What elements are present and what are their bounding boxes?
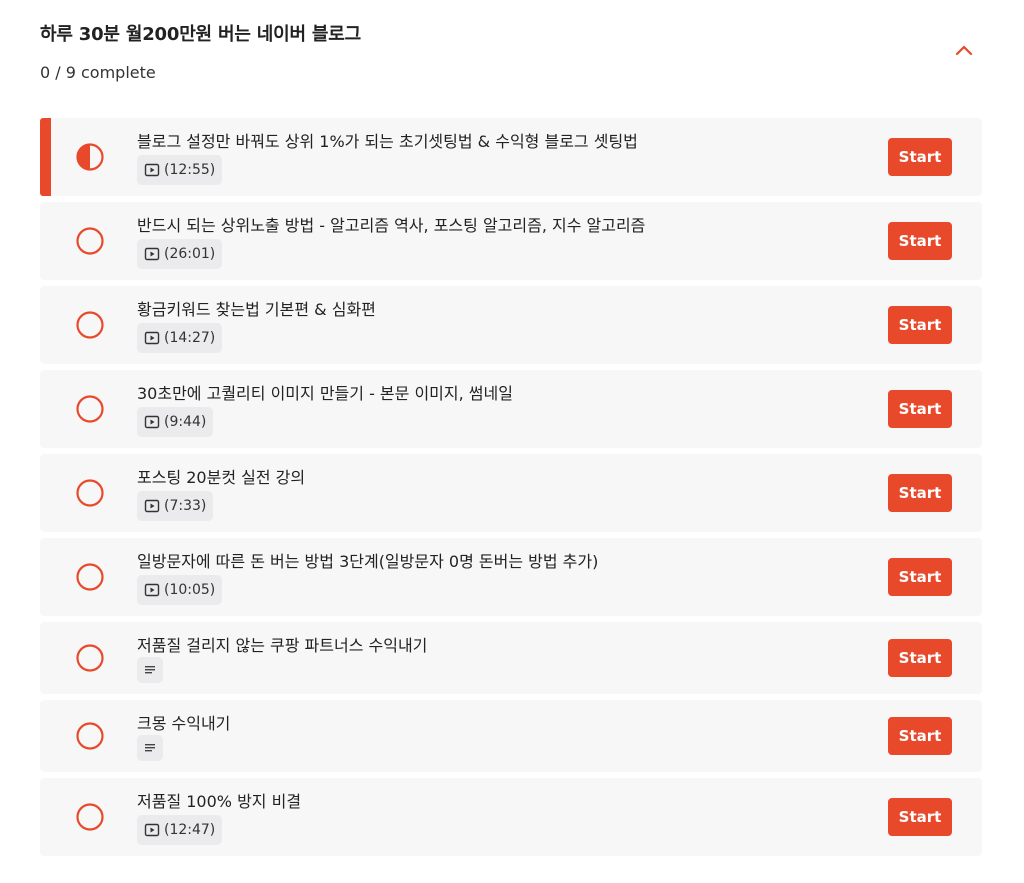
lesson-row[interactable]: 블로그 설정만 바꿔도 상위 1%가 되는 초기셋팅법 & 수익형 블로그 셋팅…	[40, 118, 982, 196]
lesson-row[interactable]: 일방문자에 따른 돈 버는 방법 3단계(일방문자 0명 돈버는 방법 추가) (…	[40, 538, 982, 616]
empty-circle-icon	[75, 310, 105, 340]
text-lesson-chip	[137, 657, 163, 683]
half-circle-progress-icon	[75, 142, 105, 172]
section-progress: 0 / 9 complete	[40, 63, 156, 82]
section-title: 하루 30분 월200만원 버는 네이버 블로그	[40, 24, 361, 45]
video-duration-chip: (14:27)	[137, 323, 223, 353]
lesson-duration: (9:44)	[164, 414, 207, 430]
empty-circle-icon	[75, 226, 105, 256]
lesson-duration: (12:55)	[164, 162, 216, 178]
lesson-row[interactable]: 황금키워드 찾는법 기본편 & 심화편 (14:27) Start	[40, 286, 982, 364]
lesson-title[interactable]: 포스팅 20분컷 실전 강의	[137, 464, 305, 488]
video-icon	[144, 331, 160, 345]
video-duration-chip: (12:47)	[137, 815, 223, 845]
start-button[interactable]: Start	[888, 474, 952, 512]
lesson-row[interactable]: 크몽 수익내기 Start	[40, 700, 982, 772]
video-duration-chip: (10:05)	[137, 575, 223, 605]
empty-circle-icon	[75, 478, 105, 508]
text-lines-icon	[145, 744, 155, 752]
empty-circle-icon	[75, 394, 105, 424]
video-icon	[144, 583, 160, 597]
lesson-row[interactable]: 저품질 걸리지 않는 쿠팡 파트너스 수익내기 Start	[40, 622, 982, 694]
start-button[interactable]: Start	[888, 798, 952, 836]
lesson-title[interactable]: 저품질 걸리지 않는 쿠팡 파트너스 수익내기	[137, 632, 427, 656]
text-lines-icon	[145, 666, 155, 674]
video-duration-chip: (9:44)	[137, 407, 214, 437]
section-header: 하루 30분 월200만원 버는 네이버 블로그 0 / 9 complete	[40, 18, 982, 98]
empty-circle-icon	[75, 562, 105, 592]
text-lesson-chip	[137, 735, 163, 761]
video-icon	[144, 823, 160, 837]
lesson-duration: (7:33)	[164, 498, 207, 514]
lesson-title[interactable]: 저품질 100% 방지 비결	[137, 788, 301, 812]
video-icon	[144, 499, 160, 513]
empty-circle-icon	[75, 643, 105, 673]
video-duration-chip: (7:33)	[137, 491, 214, 521]
video-icon	[144, 415, 160, 429]
video-duration-chip: (12:55)	[137, 155, 223, 185]
lesson-duration: (14:27)	[164, 330, 216, 346]
lesson-row[interactable]: 저품질 100% 방지 비결 (12:47) Start	[40, 778, 982, 856]
lesson-title[interactable]: 반드시 되는 상위노출 방법 - 알고리즘 역사, 포스팅 알고리즘, 지수 알…	[137, 212, 645, 236]
start-button[interactable]: Start	[888, 639, 952, 677]
start-button[interactable]: Start	[888, 558, 952, 596]
lesson-list: 블로그 설정만 바꿔도 상위 1%가 되는 초기셋팅법 & 수익형 블로그 셋팅…	[40, 118, 982, 862]
chevron-up-icon[interactable]	[952, 40, 976, 60]
video-duration-chip: (26:01)	[137, 239, 223, 269]
empty-circle-icon	[75, 721, 105, 751]
start-button[interactable]: Start	[888, 390, 952, 428]
lesson-title[interactable]: 블로그 설정만 바꿔도 상위 1%가 되는 초기셋팅법 & 수익형 블로그 셋팅…	[137, 128, 638, 152]
lesson-title[interactable]: 크몽 수익내기	[137, 710, 230, 734]
lesson-row[interactable]: 30초만에 고퀄리티 이미지 만들기 - 본문 이미지, 썸네일 (9:44) St…	[40, 370, 982, 448]
lesson-duration: (10:05)	[164, 582, 216, 598]
start-button[interactable]: Start	[888, 717, 952, 755]
lesson-row[interactable]: 반드시 되는 상위노출 방법 - 알고리즘 역사, 포스팅 알고리즘, 지수 알…	[40, 202, 982, 280]
lesson-duration: (12:47)	[164, 822, 216, 838]
video-icon	[144, 163, 160, 177]
lesson-row[interactable]: 포스팅 20분컷 실전 강의 (7:33) Start	[40, 454, 982, 532]
empty-circle-icon	[75, 802, 105, 832]
lesson-title[interactable]: 황금키워드 찾는법 기본편 & 심화편	[137, 296, 376, 320]
start-button[interactable]: Start	[888, 222, 952, 260]
lesson-title[interactable]: 30초만에 고퀄리티 이미지 만들기 - 본문 이미지, 썸네일	[137, 380, 513, 404]
lesson-duration: (26:01)	[164, 246, 216, 262]
start-button[interactable]: Start	[888, 306, 952, 344]
video-icon	[144, 247, 160, 261]
lesson-title[interactable]: 일방문자에 따른 돈 버는 방법 3단계(일방문자 0명 돈버는 방법 추가)	[137, 548, 598, 572]
start-button[interactable]: Start	[888, 138, 952, 176]
